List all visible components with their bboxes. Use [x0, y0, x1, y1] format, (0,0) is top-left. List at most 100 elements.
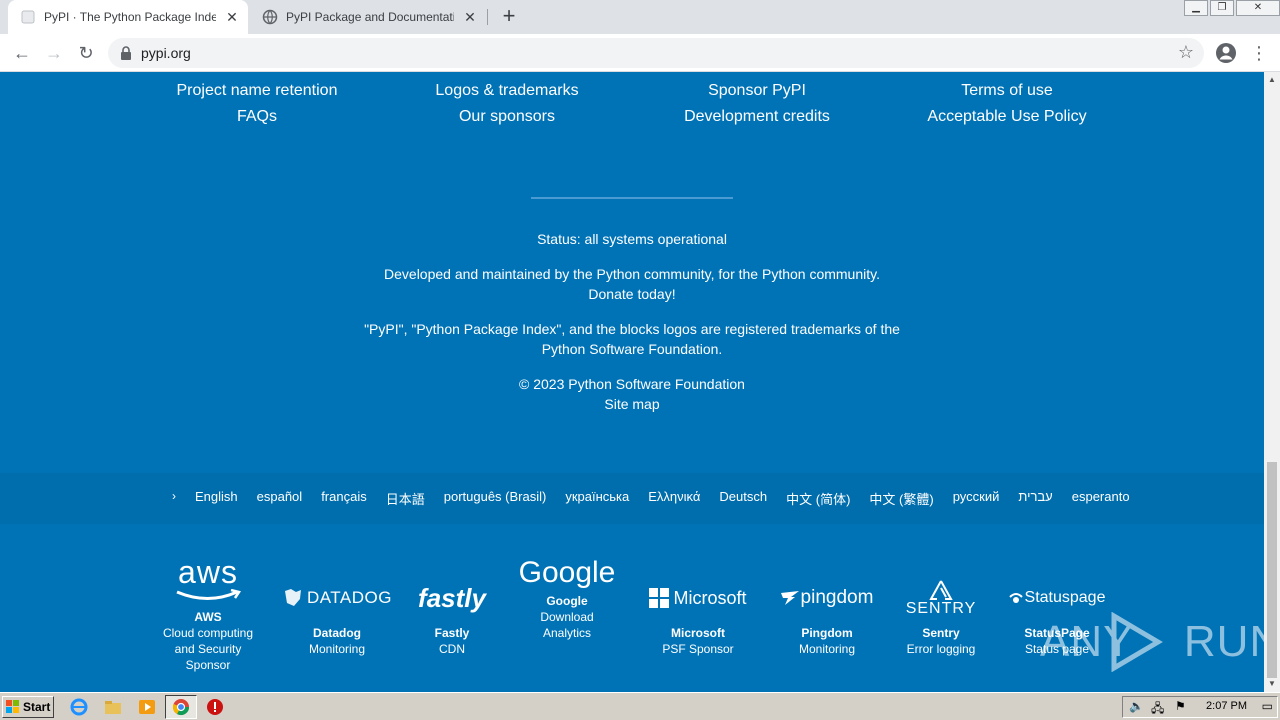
sponsor-name: Microsoft [671, 626, 725, 640]
datadog-dog-icon [284, 589, 301, 606]
network-icon[interactable]: 🖧 [1151, 699, 1164, 720]
start-button[interactable]: Start [2, 696, 54, 718]
system-tray: 🔈 🖧 ⚑ 2:07 PM ▭ [1122, 696, 1278, 718]
link-development-credits[interactable]: Development credits [632, 104, 882, 130]
stop-security-icon[interactable] [206, 698, 224, 716]
statuspage-logo-text: Statuspage [1024, 589, 1106, 606]
microsoft-logo-text: Microsoft [673, 588, 747, 608]
sponsor-pingdom[interactable]: pingdom Pingdom Monitoring [774, 571, 880, 657]
sentry-logo: SENTRY [896, 571, 986, 625]
google-logo-text: Google [518, 556, 616, 589]
scroll-thumb[interactable] [1267, 462, 1277, 678]
sponsor-google[interactable]: Google Google Download Analytics [512, 556, 622, 641]
datadog-logo-text: DATADOG [306, 588, 392, 607]
donate-link[interactable]: Donate today! [0, 284, 1264, 304]
lang-greek[interactable]: Ελληνικά [648, 489, 700, 508]
tab-title: PyPI Package and Documentation St [286, 10, 454, 24]
fastly-logo: fastly [407, 571, 497, 625]
chevron-right-icon: › [172, 489, 176, 503]
sponsor-name: Google [546, 594, 588, 608]
statuspage-icon [1008, 593, 1023, 603]
lang-espanol[interactable]: español [257, 489, 303, 508]
sponsor-desc: Download [540, 610, 594, 624]
forward-button[interactable]: → [42, 41, 66, 65]
fastly-logo-text: fastly [418, 583, 486, 613]
footer-column-1: Project name retention FAQs [132, 78, 382, 130]
sponsor-fastly[interactable]: fastly Fastly CDN [407, 571, 497, 657]
tab-pypi[interactable]: PyPI · The Python Package Index ✕ [8, 0, 248, 34]
sponsor-datadog[interactable]: DATADOG Datadog Monitoring [282, 571, 392, 657]
sponsor-aws[interactable]: aws AWS Cloud computing and Security Spo… [152, 549, 264, 673]
bookmark-star-icon[interactable]: ☆ [1178, 42, 1194, 63]
profile-avatar-icon[interactable] [1214, 41, 1238, 65]
windows-logo-icon [6, 700, 19, 713]
scroll-down-arrow-icon[interactable]: ▼ [1264, 676, 1280, 692]
sentry-logo-text: SENTRY [905, 600, 977, 617]
scroll-up-arrow-icon[interactable]: ▲ [1264, 72, 1280, 88]
flag-icon[interactable]: ⚑ [1175, 699, 1186, 713]
internet-explorer-icon[interactable] [70, 698, 88, 716]
volume-icon[interactable]: 🔈 [1129, 699, 1144, 713]
site-map-link[interactable]: Site map [0, 394, 1264, 414]
restore-button[interactable]: ❐ [1210, 0, 1234, 16]
address-bar[interactable]: pypi.org ☆ [108, 38, 1204, 68]
status-link[interactable]: Status: all systems operational [0, 229, 1264, 249]
new-tab-button[interactable]: + [498, 5, 520, 28]
window-close-button[interactable]: ✕ [1236, 0, 1280, 16]
sponsor-microsoft[interactable]: Microsoft Microsoft PSF Sponsor [642, 571, 754, 657]
windows-taskbar: Start 🔈 🖧 ⚑ 2:07 PM ▭ [0, 692, 1280, 720]
back-button[interactable]: ← [10, 41, 34, 65]
browser-tab-bar: PyPI · The Python Package Index ✕ PyPI P… [0, 0, 1280, 34]
lang-francais[interactable]: français [321, 489, 367, 508]
tab-pypi-stats[interactable]: PyPI Package and Documentation St ✕ [250, 0, 486, 34]
trademark-text-1: "PyPI", "Python Package Index", and the … [364, 321, 900, 337]
anyrun-watermark: ANY RUN [1040, 610, 1264, 674]
link-sponsor-pypi[interactable]: Sponsor PyPI [632, 78, 882, 104]
link-faqs[interactable]: FAQs [132, 104, 382, 130]
taskbar-clock: 2:07 PM [1206, 700, 1247, 712]
lang-japanese[interactable]: 日本語 [386, 489, 425, 508]
lang-english[interactable]: English [195, 489, 238, 508]
lang-deutsch[interactable]: Deutsch [719, 489, 767, 508]
link-terms-of-use[interactable]: Terms of use [882, 78, 1132, 104]
microsoft-windows-icon [649, 588, 670, 608]
footer-column-2: Logos & trademarks Our sponsors [382, 78, 632, 130]
show-desktop-icon[interactable]: ▭ [1262, 699, 1273, 713]
sponsor-name: AWS [194, 610, 222, 624]
globe-icon [262, 9, 278, 25]
file-explorer-icon[interactable] [104, 698, 122, 716]
lang-portugues[interactable]: português (Brasil) [444, 489, 547, 508]
page-scrollbar[interactable]: ▲ ▼ [1264, 72, 1280, 692]
sponsor-sentry[interactable]: SENTRY Sentry Error logging [896, 571, 986, 657]
media-player-icon[interactable] [138, 698, 156, 716]
sponsor-desc: CDN [439, 642, 465, 656]
lang-chinese-traditional[interactable]: 中文 (繁體) [869, 489, 933, 508]
language-selector-bar: › English español français 日本語 português… [0, 473, 1264, 524]
pypi-footer-page: Project name retention FAQs Logos & trad… [0, 72, 1264, 692]
taskbar-chrome-button[interactable] [165, 695, 197, 719]
lang-esperanto[interactable]: esperanto [1072, 489, 1130, 508]
link-acceptable-use-policy[interactable]: Acceptable Use Policy [882, 104, 1132, 130]
trademark-text-2: Python Software Foundation. [541, 341, 723, 357]
footer-divider [531, 197, 733, 199]
tab-close-icon[interactable]: ✕ [224, 9, 240, 25]
link-project-name-retention[interactable]: Project name retention [132, 78, 382, 104]
lang-hebrew[interactable]: עברית [1018, 489, 1052, 508]
tab-close-icon[interactable]: ✕ [462, 9, 478, 25]
menu-kebab-icon[interactable]: ⋮ [1250, 41, 1268, 65]
lang-ukrainian[interactable]: українська [565, 489, 629, 508]
chrome-icon [172, 699, 190, 716]
aws-logo-text: aws [178, 554, 238, 590]
lang-russian[interactable]: русский [953, 489, 1000, 508]
pingdom-wing-icon [780, 591, 799, 605]
sponsor-name: Pingdom [801, 626, 853, 640]
link-logos-trademarks[interactable]: Logos & trademarks [382, 78, 632, 104]
minimize-button[interactable]: ▁ [1184, 0, 1208, 16]
sponsor-name: Fastly [434, 626, 470, 640]
start-label: Start [23, 700, 51, 714]
reload-button[interactable]: ↻ [74, 41, 98, 65]
aws-smile-icon [176, 589, 242, 600]
lang-chinese-simplified[interactable]: 中文 (简体) [786, 489, 850, 508]
sponsor-desc: Monitoring [798, 642, 856, 656]
link-our-sponsors[interactable]: Our sponsors [382, 104, 632, 130]
